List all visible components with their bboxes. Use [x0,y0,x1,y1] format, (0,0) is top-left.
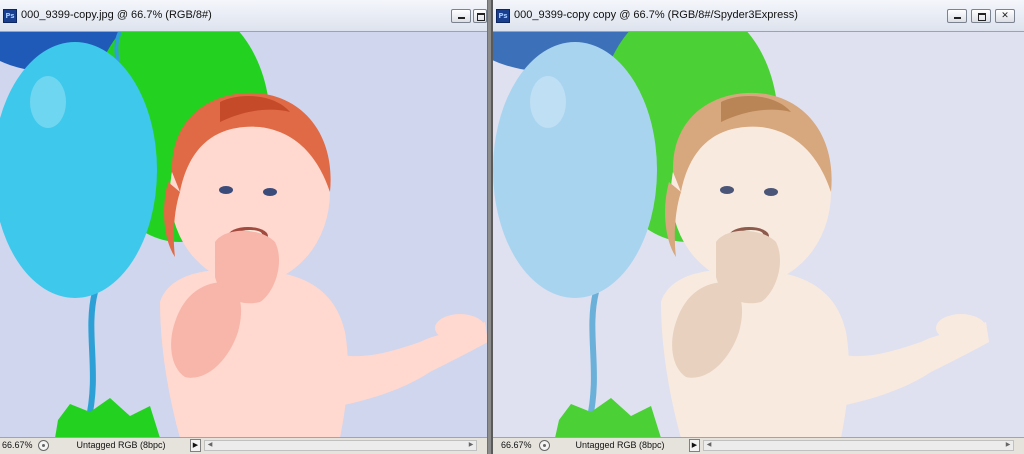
title-bar-right[interactable]: Ps 000_9399-copy copy @ 66.7% (RGB/8#/Sp… [493,0,1024,32]
image-canvas-left[interactable] [0,32,487,438]
photoshop-icon: Ps [3,9,17,23]
status-menu-arrow-icon[interactable]: ▶ [190,439,201,452]
photoshop-icon: Ps [496,9,510,23]
zoom-icon[interactable] [539,440,550,451]
minimize-icon [954,17,961,19]
window-title-right: 000_9399-copy copy @ 66.7% (RGB/8#/Spyde… [514,9,798,21]
minimize-icon [458,17,465,19]
document-info-left: Untagged RGB (8bpc) [76,440,166,450]
scroll-right-icon[interactable]: ▶ [1003,441,1013,450]
photo-right [493,32,1024,438]
maximize-button-right[interactable] [971,9,991,23]
image-canvas-right[interactable] [493,32,1024,438]
status-menu-arrow-icon[interactable]: ▶ [689,439,700,452]
zoom-level-right[interactable]: 66.67% [501,440,532,450]
close-icon: ✕ [1001,11,1009,21]
scroll-right-icon[interactable]: ▶ [466,441,476,450]
title-bar-left[interactable]: Ps 000_9399-copy.jpg @ 66.7% (RGB/8#) [0,0,487,32]
document-info-right: Untagged RGB (8bpc) [575,440,665,450]
scroll-left-icon[interactable]: ◀ [704,441,714,450]
status-bar-right: 66.67% Untagged RGB (8bpc) ▶ ◀ ▶ [493,437,1024,454]
zoom-icon[interactable] [38,440,49,451]
minimize-button-right[interactable] [947,9,967,23]
scroll-left-icon[interactable]: ◀ [205,441,215,450]
maximize-icon [978,13,986,21]
status-bar-left: 66.67% Untagged RGB (8bpc) ▶ ◀ ▶ [0,437,487,454]
maximize-icon [477,13,485,21]
document-window-left[interactable]: Ps 000_9399-copy.jpg @ 66.7% (RGB/8#) 66… [0,0,488,454]
horizontal-scrollbar-left[interactable]: ◀ ▶ [204,440,477,451]
maximize-button-left[interactable] [473,9,487,23]
horizontal-scrollbar-right[interactable]: ◀ ▶ [703,440,1014,451]
close-button-right[interactable]: ✕ [995,9,1015,23]
minimize-button-left[interactable] [451,9,471,23]
document-window-right[interactable]: Ps 000_9399-copy copy @ 66.7% (RGB/8#/Sp… [491,0,1024,454]
zoom-level-left[interactable]: 66.67% [2,440,33,450]
window-title-left: 000_9399-copy.jpg @ 66.7% (RGB/8#) [21,9,212,21]
photo-left [0,32,487,438]
